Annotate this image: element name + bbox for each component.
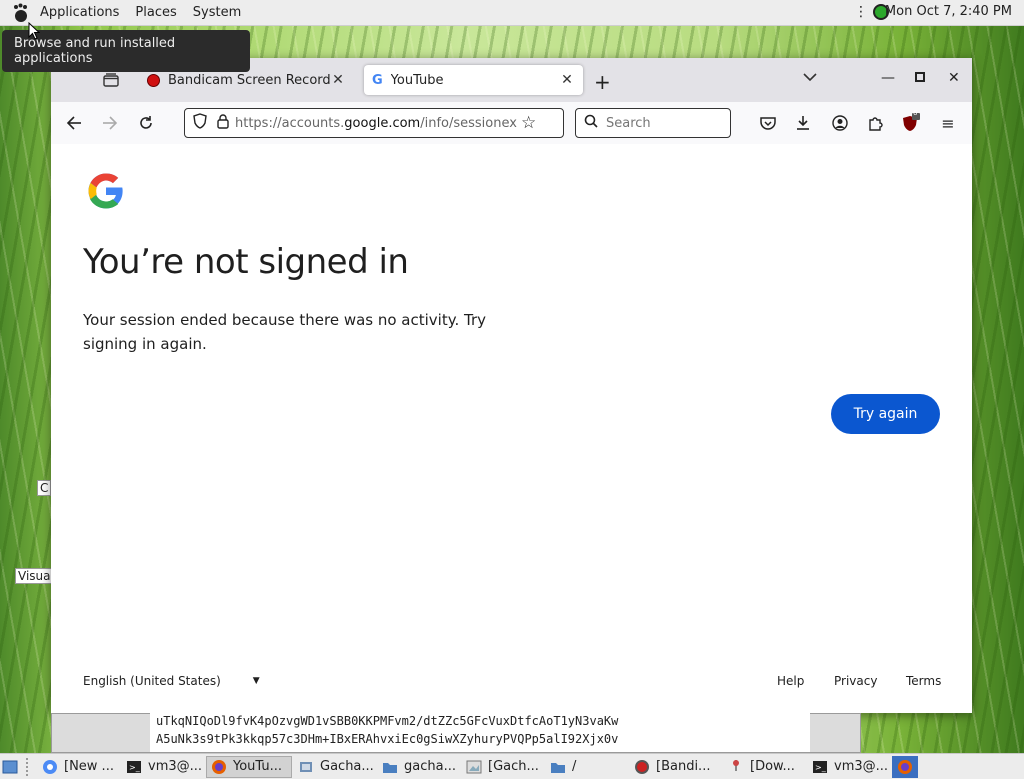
tab-title: YouTube [390, 72, 444, 88]
applications-menu[interactable]: Applications [32, 5, 127, 20]
browser-window: Bandicam Screen Recorder D ✕ G YouTube ✕… [51, 58, 972, 713]
bandicam-icon [634, 759, 650, 775]
taskbar-item-label: [Bandi... [656, 759, 711, 774]
terminal-icon: >_ [126, 759, 142, 775]
maximize-button[interactable] [915, 70, 925, 86]
search-icon [584, 114, 598, 132]
terminal-line: uTkqNIQoDl9fvK4pOzvgWD1vSBB0KKPMFvm2/dtZ… [156, 714, 619, 728]
gnome-foot-icon[interactable] [10, 2, 32, 24]
tab-title: Bandicam Screen Recorder D [168, 72, 330, 88]
search-box[interactable] [575, 108, 731, 138]
desktop-icon-label[interactable]: C [37, 480, 52, 496]
minimize-button[interactable]: — [881, 70, 895, 86]
clock[interactable]: Mon Oct 7, 2:40 PM [885, 4, 1012, 19]
places-menu[interactable]: Places [127, 5, 184, 20]
tracking-shield-icon[interactable] [193, 113, 207, 133]
desktop-icon-label[interactable]: Visua [15, 568, 54, 584]
close-tab-icon[interactable]: ✕ [559, 72, 575, 88]
forward-arrow-icon[interactable] [99, 112, 121, 134]
url-text[interactable]: https://accounts.google.com/info/session… [235, 116, 517, 131]
taskbar-handle[interactable] [26, 757, 34, 776]
taskbar-item[interactable]: [Dow... [724, 756, 806, 778]
top-panel: Applications Places System ⋮ Mon Oct 7, … [0, 0, 1024, 26]
page-heading: You’re not signed in [83, 242, 409, 282]
taskbar-item-label: gacha... [404, 759, 456, 774]
terminal-icon: >_ [812, 759, 828, 775]
reload-icon[interactable] [135, 112, 157, 134]
try-again-button[interactable]: Try again [831, 394, 940, 434]
google-logo-icon [85, 170, 127, 216]
taskbar-item-label: YouTu... [233, 759, 283, 774]
taskbar-item-label: vm3@... [834, 759, 889, 774]
close-tab-icon[interactable]: ✕ [330, 72, 346, 88]
taskbar-item-label: [New ... [64, 759, 114, 774]
firefox-icon [211, 759, 227, 775]
ublock-shield-icon[interactable]: 6 [900, 109, 922, 134]
session-message: Your session ended because there was no … [83, 311, 487, 353]
terminal-line: A5uNk3s9tPk3kkqp57c3DHm+IBxERAhvxiEc0gSi… [156, 732, 619, 746]
close-window-button[interactable]: ✕ [948, 70, 960, 86]
taskbar-item-label: [Gach... [488, 759, 539, 774]
back-arrow-icon[interactable] [63, 112, 85, 134]
privacy-link[interactable]: Privacy [834, 674, 877, 688]
taskbar-item[interactable]: [Gach... [462, 756, 544, 778]
taskbar-item[interactable]: gacha... [378, 756, 460, 778]
taskbar-item[interactable]: / [546, 756, 628, 778]
system-menu[interactable]: System [185, 5, 249, 20]
taskbar-item-label: vm3@... [148, 759, 203, 774]
account-icon[interactable] [829, 112, 851, 134]
search-input[interactable] [604, 114, 718, 132]
hamburger-menu-icon[interactable]: ≡ [937, 112, 959, 134]
help-link[interactable]: Help [777, 674, 804, 688]
file-manager-icon [298, 759, 314, 775]
svg-text:>_: >_ [129, 763, 141, 772]
terminal-output[interactable]: uTkqNIQoDl9fvK4pOzvgWD1vSBB0KKPMFvm2/dtZ… [150, 712, 810, 752]
taskbar-item-active[interactable]: YouTu... [206, 755, 292, 778]
bookmark-star-icon[interactable]: ☆ [521, 113, 536, 133]
dropdown-caret-icon: ▼ [252, 676, 260, 686]
language-label: English (United States) [83, 674, 221, 688]
bottom-taskbar: [New ... >_ vm3@... YouTu... Gacha... ga… [0, 753, 1024, 779]
page-content: You’re not signed in Your session ended … [51, 144, 972, 713]
navigation-toolbar: https://accounts.google.com/info/session… [51, 102, 972, 145]
taskbar-item[interactable]: >_ vm3@... [808, 756, 890, 778]
tab-youtube[interactable]: G YouTube ✕ [364, 65, 583, 95]
folder-icon [382, 759, 398, 775]
taskbar-item[interactable]: [New ... [38, 756, 120, 778]
bandicam-record-icon [147, 73, 160, 87]
workspace-switcher-icon[interactable] [892, 755, 918, 778]
svg-text:>_: >_ [815, 763, 827, 772]
new-tab-button[interactable]: + [594, 70, 611, 94]
chrome-icon [42, 759, 58, 775]
vertical-dots-icon[interactable]: ⋮ [854, 4, 868, 20]
system-tray: ⋮ [854, 4, 889, 20]
taskbar-item[interactable]: >_ vm3@... [122, 756, 204, 778]
extension-badge: 6 [913, 109, 918, 117]
folder-icon [550, 759, 566, 775]
lock-icon[interactable] [217, 113, 229, 133]
extensions-puzzle-icon[interactable] [865, 112, 887, 134]
show-desktop-icon[interactable] [0, 756, 20, 778]
pocket-icon[interactable] [757, 112, 779, 134]
url-bar[interactable]: https://accounts.google.com/info/session… [184, 108, 564, 138]
taskbar-item-label: / [572, 759, 577, 774]
taskbar-item-label: Gacha... [320, 759, 374, 774]
taskbar-item-label: [Dow... [750, 759, 795, 774]
taskbar-item[interactable]: Gacha... [294, 756, 376, 778]
terms-link[interactable]: Terms [906, 674, 941, 688]
download-icon [728, 759, 744, 775]
google-g-icon: G [372, 72, 383, 88]
list-tabs-chevron-icon[interactable] [803, 70, 817, 86]
language-selector[interactable]: English (United States) ▼ [83, 674, 260, 688]
downloads-icon[interactable] [792, 112, 814, 134]
image-viewer-icon [466, 759, 482, 775]
taskbar-item[interactable]: [Bandi... [630, 756, 722, 778]
mouse-cursor-icon [28, 21, 41, 44]
